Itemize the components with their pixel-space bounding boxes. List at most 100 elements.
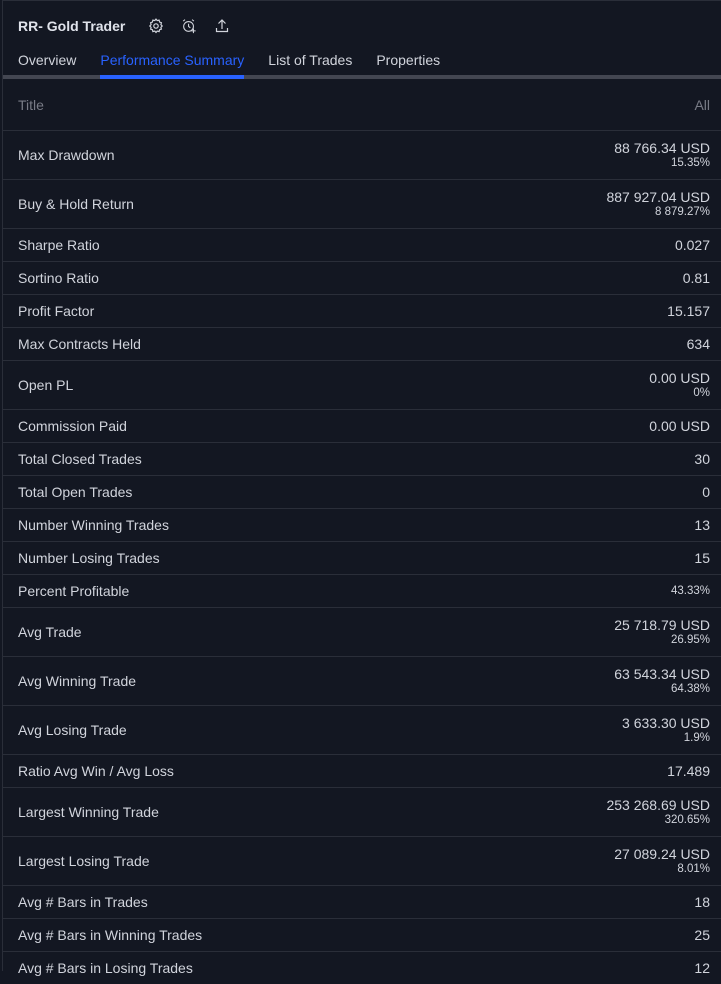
strategy-tester-panel: RR- Gold Trader Overview Performance Sum…	[2, 0, 721, 976]
metric-main-value: 0.81	[682, 270, 710, 286]
metric-value: 17.489	[667, 763, 710, 779]
metric-value: 25 718.79 USD 26.95%	[614, 617, 710, 647]
metric-percent-value: 1.9%	[683, 732, 710, 744]
metric-label: Open PL	[18, 377, 74, 393]
metric-value: 43.33%	[671, 584, 710, 598]
metric-label: Avg # Bars in Losing Trades	[18, 960, 193, 976]
metric-label: Avg Winning Trade	[18, 673, 137, 689]
table-header: Title All	[3, 80, 721, 130]
metric-percent-value: 8 879.27%	[655, 206, 710, 218]
metric-value: 634	[687, 336, 710, 352]
metric-value: 253 268.69 USD 320.65%	[606, 797, 710, 827]
metric-main-value: 15	[694, 550, 710, 566]
tab-bar: Overview Performance Summary List of Tra…	[3, 45, 721, 79]
strategy-title: RR- Gold Trader	[18, 18, 126, 34]
tab-overview[interactable]: Overview	[18, 45, 76, 75]
metric-main-value: 253 268.69 USD	[606, 797, 710, 813]
metric-value: 12	[694, 960, 710, 976]
metric-percent-value: 64.38%	[670, 683, 710, 695]
tab-list-of-trades[interactable]: List of Trades	[268, 45, 352, 75]
metric-value: 27 089.24 USD 8.01%	[614, 846, 710, 876]
metric-label: Largest Losing Trade	[18, 853, 150, 869]
table-row: Number Losing Trades 15	[3, 541, 721, 574]
table-row: Avg # Bars in Losing Trades 12	[3, 951, 721, 984]
metric-percent-value: 320.65%	[664, 814, 710, 826]
metric-main-value: 13	[694, 517, 710, 533]
gear-icon[interactable]	[148, 18, 164, 34]
table-row: Ratio Avg Win / Avg Loss 17.489	[3, 754, 721, 787]
metric-main-value: 0.027	[674, 237, 710, 253]
metric-value: 15	[694, 550, 710, 566]
metric-main-value: 0.00 USD	[649, 418, 710, 434]
metric-percent-value: 43.33%	[670, 585, 710, 597]
table-row: Sortino Ratio 0.81	[3, 261, 721, 294]
metric-main-value: 3 633.30 USD	[622, 715, 710, 731]
table-row: Sharpe Ratio 0.027	[3, 228, 721, 261]
panel-header: RR- Gold Trader	[3, 1, 721, 45]
metric-label: Total Open Trades	[18, 484, 133, 500]
metric-value: 0.027	[675, 237, 710, 253]
metric-main-value: 17.489	[667, 763, 710, 779]
table-row: Avg Winning Trade 63 543.34 USD 64.38%	[3, 656, 721, 705]
tab-properties[interactable]: Properties	[376, 45, 440, 75]
metric-value: 30	[694, 451, 710, 467]
metric-main-value: 634	[686, 336, 710, 352]
metric-main-value: 30	[694, 451, 710, 467]
table-row: Commission Paid 0.00 USD	[3, 409, 721, 442]
metric-main-value: 12	[694, 960, 710, 976]
metric-label: Total Closed Trades	[18, 451, 142, 467]
metric-value: 0.00 USD	[649, 418, 710, 434]
metric-label: Commission Paid	[18, 418, 127, 434]
metric-label: Sharpe Ratio	[18, 237, 100, 253]
metric-main-value: 25	[694, 927, 710, 943]
table-row: Total Closed Trades 30	[3, 442, 721, 475]
metric-value: 25	[694, 927, 710, 943]
metric-label: Max Contracts Held	[18, 336, 141, 352]
metric-percent-value: 8.01%	[677, 863, 710, 875]
performance-table: Max Drawdown 88 766.34 USD 15.35% Buy & Hol…	[3, 130, 721, 984]
table-row: Number Winning Trades 13	[3, 508, 721, 541]
metric-value: 63 543.34 USD 64.38%	[614, 666, 710, 696]
metric-percent-value: 26.95%	[670, 634, 710, 646]
metric-value: 0	[702, 484, 710, 500]
metric-value: 0.00 USD 0%	[649, 370, 710, 400]
metric-value: 88 766.34 USD 15.35%	[614, 140, 710, 170]
metric-value: 13	[694, 517, 710, 533]
metric-label: Number Winning Trades	[18, 517, 169, 533]
column-header-title: Title	[18, 97, 44, 113]
metric-value: 3 633.30 USD 1.9%	[622, 715, 710, 745]
export-icon[interactable]	[214, 18, 230, 34]
table-row: Largest Winning Trade 253 268.69 USD 320.6…	[3, 787, 721, 836]
table-row: Max Contracts Held 634	[3, 327, 721, 360]
metric-label: Percent Profitable	[18, 583, 130, 599]
table-row: Avg Trade 25 718.79 USD 26.95%	[3, 607, 721, 656]
table-row: Largest Losing Trade 27 089.24 USD 8.01%	[3, 836, 721, 885]
metric-label: Ratio Avg Win / Avg Loss	[18, 763, 174, 779]
table-row: Avg # Bars in Trades 18	[3, 885, 721, 918]
metric-label: Sortino Ratio	[18, 270, 99, 286]
metric-label: Avg # Bars in Winning Trades	[18, 927, 203, 943]
metric-label: Avg # Bars in Trades	[18, 894, 148, 910]
table-row: Total Open Trades 0	[3, 475, 721, 508]
metric-label: Profit Factor	[18, 303, 95, 319]
table-row: Avg Losing Trade 3 633.30 USD 1.9%	[3, 705, 721, 754]
metric-main-value: 27 089.24 USD	[614, 846, 710, 862]
table-row: Avg # Bars in Winning Trades 25	[3, 918, 721, 951]
metric-label: Max Drawdown	[18, 147, 115, 163]
metric-main-value: 18	[694, 894, 710, 910]
metric-main-value: 63 543.34 USD	[614, 666, 710, 682]
metric-label: Buy & Hold Return	[18, 196, 134, 212]
metric-value: 887 927.04 USD 8 879.27%	[606, 189, 710, 219]
metric-main-value: 15.157	[667, 303, 710, 319]
metric-main-value: 88 766.34 USD	[614, 140, 710, 156]
metric-percent-value: 15.35%	[670, 157, 710, 169]
metric-main-value: 0.00 USD	[649, 370, 710, 386]
metric-main-value: 25 718.79 USD	[614, 617, 710, 633]
table-row: Buy & Hold Return 887 927.04 USD 8 879.27%	[3, 179, 721, 228]
tab-performance-summary[interactable]: Performance Summary	[100, 45, 244, 79]
metric-label: Avg Trade	[18, 624, 82, 640]
metric-label: Avg Losing Trade	[18, 722, 127, 738]
metric-label: Largest Winning Trade	[18, 804, 159, 820]
add-alert-icon[interactable]	[181, 18, 197, 34]
metric-main-value: 0	[702, 484, 710, 500]
